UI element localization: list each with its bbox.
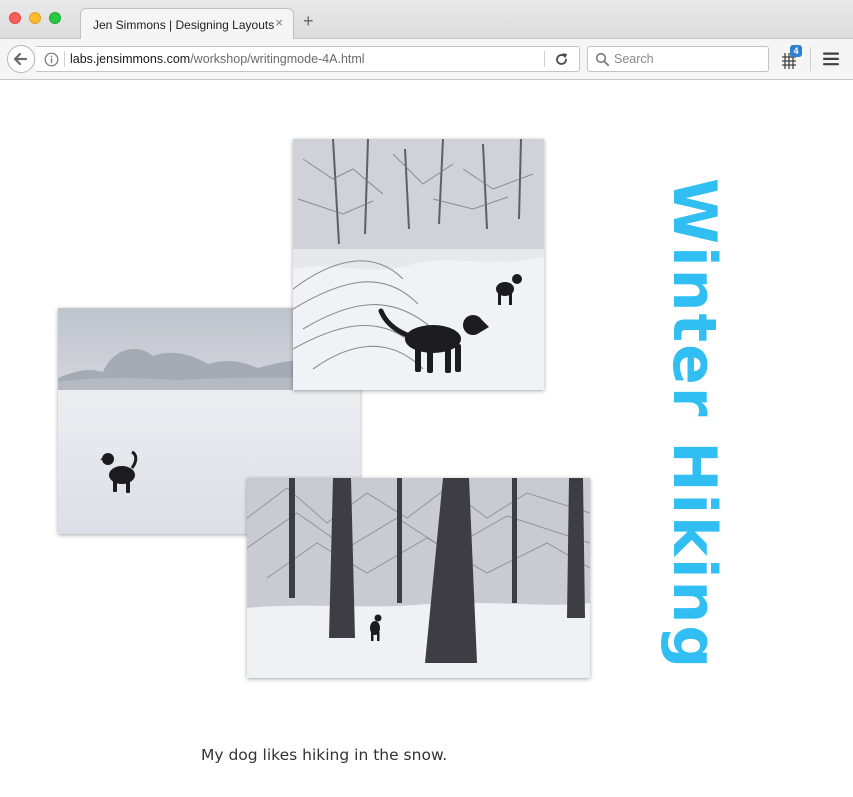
search-bar[interactable]: [587, 46, 769, 72]
page-viewport: Winter Hiking My dog likes hiking in the…: [0, 80, 853, 797]
reload-icon[interactable]: [554, 52, 569, 67]
nav-bar: labs.jensimmons.com/workshop/writingmode…: [0, 39, 853, 80]
window-maximize-button[interactable]: [49, 12, 61, 24]
browser-window: Jen Simmons | Designing Layouts × + labs…: [0, 0, 853, 797]
snowy-brush-dogs-photo: [293, 139, 544, 390]
search-input[interactable]: [614, 49, 764, 69]
page-title: Winter Hiking: [659, 178, 729, 671]
url-path: /workshop/writingmode-4A.html: [190, 52, 365, 66]
tab-bar: Jen Simmons | Designing Layouts × +: [0, 0, 853, 39]
reload-separator: [544, 51, 545, 67]
info-icon[interactable]: [44, 52, 59, 67]
tab-close-icon[interactable]: ×: [275, 16, 283, 30]
url-bar[interactable]: labs.jensimmons.com/workshop/writingmode…: [36, 46, 580, 72]
toolbar-divider: [810, 47, 811, 71]
url-host: labs.jensimmons.com: [70, 52, 191, 66]
back-button[interactable]: [7, 45, 35, 73]
window-close-button[interactable]: [9, 12, 21, 24]
url-text[interactable]: labs.jensimmons.com/workshop/writingmode…: [70, 52, 365, 66]
photo-caption: My dog likes hiking in the snow.: [201, 746, 448, 764]
hamburger-menu-icon[interactable]: [823, 52, 840, 66]
back-arrow-icon: [13, 52, 28, 66]
tab-active[interactable]: Jen Simmons | Designing Layouts ×: [80, 8, 294, 39]
search-icon: [595, 52, 610, 67]
grid-extension-button[interactable]: 4: [781, 45, 803, 69]
new-tab-button[interactable]: +: [303, 12, 314, 30]
tab-title: Jen Simmons | Designing Layouts: [93, 18, 275, 32]
window-minimize-button[interactable]: [29, 12, 41, 24]
snowy-forest-dog-photo: [247, 478, 590, 678]
grid-count-badge: 4: [790, 45, 802, 57]
url-separator: [64, 51, 65, 67]
